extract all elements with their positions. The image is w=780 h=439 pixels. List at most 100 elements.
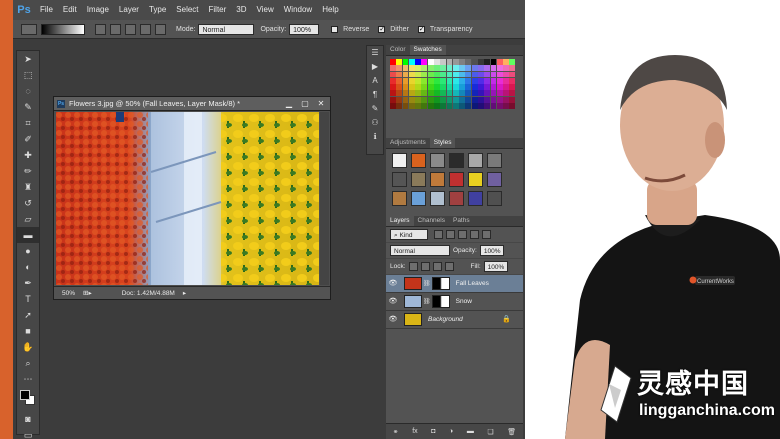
color-swatch[interactable]: [459, 77, 465, 84]
color-swatch[interactable]: [402, 102, 409, 109]
color-swatch[interactable]: [465, 65, 472, 72]
color-swatch[interactable]: [459, 59, 465, 65]
paragraph-panel-icon[interactable]: ¶: [367, 88, 383, 102]
document-canvas[interactable]: [56, 112, 319, 285]
color-swatch[interactable]: [509, 65, 516, 72]
color-swatch[interactable]: [496, 77, 503, 84]
color-swatch[interactable]: [446, 59, 453, 65]
brush-tool-icon[interactable]: ✏: [17, 163, 39, 179]
color-swatch[interactable]: [390, 96, 396, 103]
marquee-tool-icon[interactable]: ⬚: [17, 67, 39, 83]
color-swatch[interactable]: [433, 102, 440, 109]
color-swatch[interactable]: [396, 71, 403, 78]
transparency-checkbox[interactable]: ✓: [417, 25, 425, 33]
color-swatch[interactable]: [496, 71, 503, 78]
style-preset[interactable]: [411, 190, 426, 206]
document-title-bar[interactable]: Ps Flowers 3.jpg @ 50% (Fall Leaves, Lay…: [54, 97, 330, 111]
opacity-field[interactable]: 100%: [289, 23, 320, 35]
color-swatch[interactable]: [427, 96, 434, 103]
color-swatch[interactable]: [446, 84, 453, 91]
color-swatch[interactable]: [402, 84, 409, 91]
blur-tool-icon[interactable]: ●: [17, 243, 39, 259]
type-filter-icon[interactable]: [458, 229, 467, 239]
color-swatch[interactable]: [440, 90, 447, 97]
color-swatch[interactable]: [496, 59, 503, 65]
info-panel-icon[interactable]: ℹ: [367, 130, 383, 144]
gradient-tool-icon[interactable]: ▬: [17, 227, 39, 243]
menu-3d[interactable]: 3D: [231, 0, 251, 20]
color-swatch[interactable]: [459, 102, 465, 109]
style-preset[interactable]: [430, 190, 445, 206]
style-preset[interactable]: [449, 152, 464, 168]
color-swatch[interactable]: [471, 102, 478, 109]
color-swatch[interactable]: [465, 84, 472, 91]
color-swatch[interactable]: [471, 84, 478, 91]
color-swatch[interactable]: [421, 71, 428, 78]
color-swatch[interactable]: [477, 77, 484, 84]
color-swatch[interactable]: [490, 77, 497, 84]
color-swatch[interactable]: [396, 77, 403, 84]
crop-tool-icon[interactable]: ⌗: [17, 115, 39, 131]
color-swatch[interactable]: [427, 84, 434, 91]
document-window[interactable]: Ps Flowers 3.jpg @ 50% (Fall Leaves, Lay…: [53, 96, 331, 300]
color-swatch[interactable]: [408, 84, 415, 91]
color-swatch[interactable]: [402, 96, 409, 103]
color-swatch[interactable]: [390, 71, 396, 78]
color-swatch[interactable]: [440, 84, 447, 91]
color-swatch[interactable]: [484, 65, 491, 72]
color-swatch[interactable]: [471, 77, 478, 84]
tab-swatches[interactable]: Swatches: [409, 45, 446, 55]
adjustment-filter-icon[interactable]: [446, 229, 455, 239]
color-swatch[interactable]: [440, 65, 447, 72]
style-preset[interactable]: [487, 152, 502, 168]
layer-style-icon[interactable]: fx: [412, 428, 417, 435]
character-panel-icon[interactable]: A: [367, 74, 383, 88]
color-swatch[interactable]: [446, 65, 453, 72]
color-swatch[interactable]: [452, 77, 459, 84]
color-swatch[interactable]: [484, 90, 491, 97]
reflected-gradient-icon[interactable]: [140, 23, 151, 35]
color-swatch[interactable]: [408, 96, 415, 103]
color-swatch[interactable]: [484, 96, 491, 103]
clone-stamp-tool-icon[interactable]: ♜: [17, 179, 39, 195]
color-swatch[interactable]: [408, 59, 415, 65]
color-swatch[interactable]: [484, 71, 491, 78]
color-swatch[interactable]: [452, 71, 459, 78]
eyedropper-tool-icon[interactable]: ✐: [17, 131, 39, 147]
color-swatch[interactable]: [484, 84, 491, 91]
style-preset[interactable]: [411, 152, 426, 168]
zoom-tool-icon[interactable]: ⌕: [17, 355, 39, 371]
minimize-icon[interactable]: ▁: [282, 99, 296, 109]
menu-layer[interactable]: Layer: [114, 0, 144, 20]
color-swatch[interactable]: [471, 90, 478, 97]
color-swatch[interactable]: [465, 90, 472, 97]
color-swatch[interactable]: [477, 59, 484, 65]
style-preset[interactable]: [430, 171, 445, 187]
color-swatch[interactable]: [465, 102, 472, 109]
maximize-icon[interactable]: ▢: [298, 99, 312, 109]
style-preset[interactable]: [468, 152, 483, 168]
style-preset[interactable]: [468, 171, 483, 187]
tab-styles[interactable]: Styles: [429, 137, 456, 148]
menu-type[interactable]: Type: [144, 0, 171, 20]
layer-thumbnail[interactable]: [404, 276, 422, 290]
color-swatch[interactable]: [390, 84, 396, 91]
dither-checkbox[interactable]: ✓: [378, 25, 386, 33]
layer-row[interactable]: 👁 ⛓ Snow: [386, 292, 523, 311]
link-layers-icon[interactable]: ⚭: [393, 428, 399, 436]
new-group-icon[interactable]: ▬: [467, 428, 474, 435]
color-swatch[interactable]: [490, 71, 497, 78]
color-swatch[interactable]: [390, 90, 396, 97]
color-swatch[interactable]: [465, 77, 472, 84]
style-preset[interactable]: [487, 171, 502, 187]
color-swatch[interactable]: [440, 102, 447, 109]
layer-thumbnail[interactable]: [404, 312, 422, 326]
layer-mask-thumbnail[interactable]: [431, 294, 450, 308]
add-mask-icon[interactable]: ◘: [431, 428, 435, 435]
style-preset[interactable]: [449, 171, 464, 187]
healing-tool-icon[interactable]: ✚: [17, 147, 39, 163]
color-swatch[interactable]: [496, 84, 503, 91]
color-swatch[interactable]: [452, 65, 459, 72]
color-swatch[interactable]: [427, 77, 434, 84]
style-preset[interactable]: [392, 171, 407, 187]
